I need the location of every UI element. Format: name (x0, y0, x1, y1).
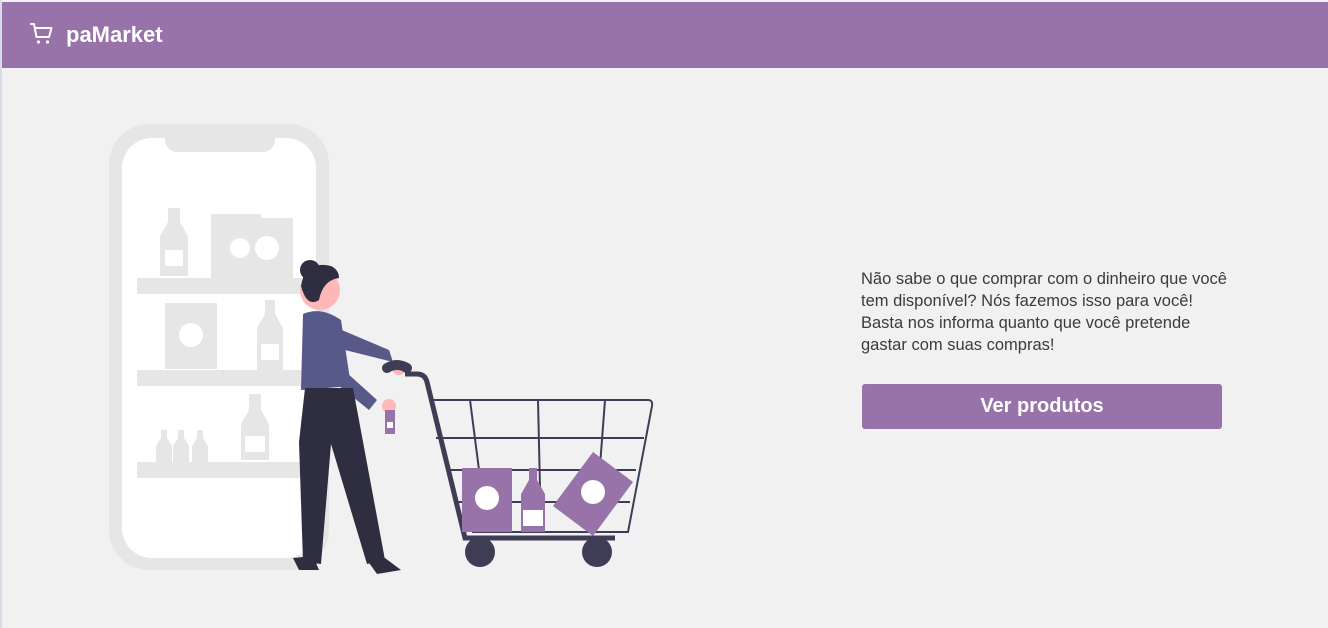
shopping-illustration (109, 124, 654, 574)
brand-title[interactable]: paMarket (66, 22, 163, 48)
intro-description: Não sabe o que comprar com o dinheiro qu… (861, 270, 1227, 354)
view-products-button[interactable]: Ver produtos (862, 384, 1222, 429)
cart-icon[interactable] (30, 22, 54, 46)
top-navbar: paMarket (2, 2, 1328, 68)
